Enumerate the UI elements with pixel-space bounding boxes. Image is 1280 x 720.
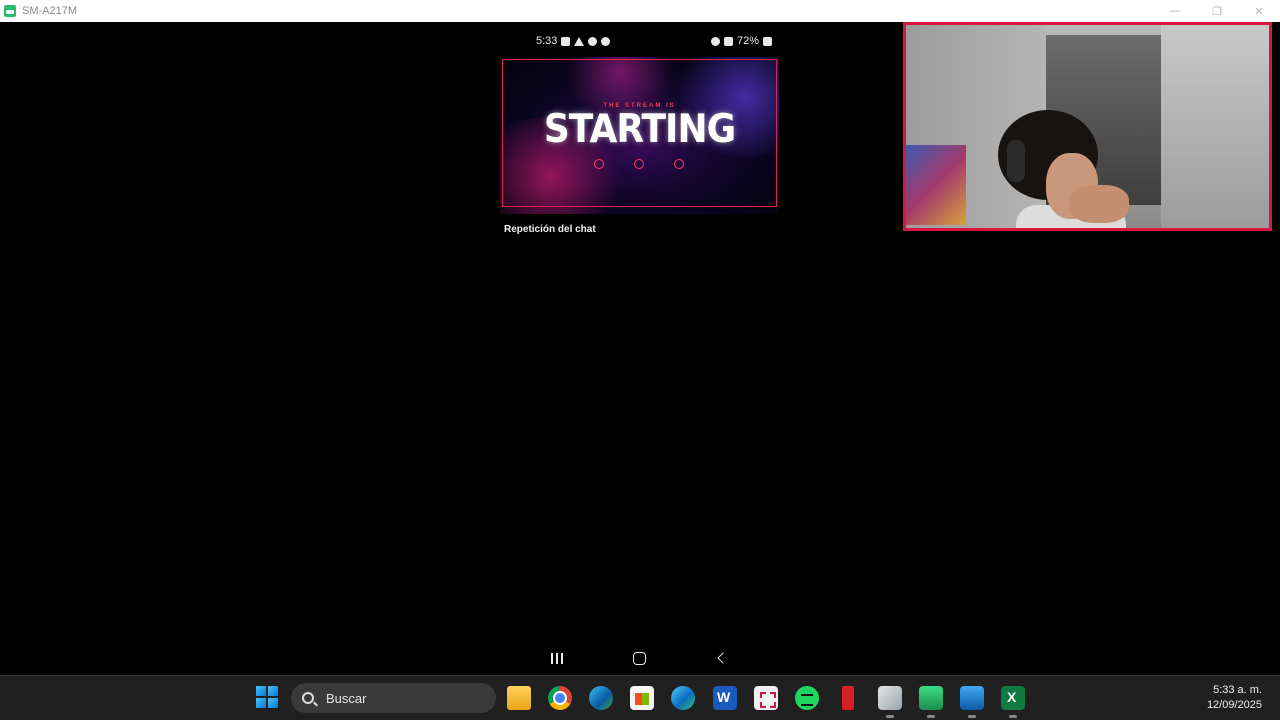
home-button[interactable] [627,646,651,670]
recents-button[interactable] [545,646,569,670]
close-button[interactable]: ✕ [1238,0,1280,22]
status-right: 72% [710,35,772,47]
status-left: 5:33 [536,35,611,47]
start-button[interactable] [256,686,278,708]
edge-profile-icon[interactable] [671,686,695,710]
app-notification-icon [601,36,611,46]
webcam-background [906,145,966,225]
spotify-icon[interactable] [795,686,819,710]
android-mirror-taskbar-icon[interactable] [919,686,943,718]
search-icon [302,692,314,704]
android-mirror-icon [4,5,16,17]
social-icon [594,159,604,169]
battery-percent: 72% [736,35,759,47]
window-controls: — ❐ ✕ [1154,0,1280,22]
minimize-button[interactable]: — [1154,0,1196,22]
taskbar-search[interactable]: Buscar [291,683,496,713]
maximize-button[interactable]: ❐ [1196,0,1238,22]
clock-time: 5:33 a. m. [1213,684,1262,696]
battery-icon [763,36,772,46]
stream-video-player[interactable]: THE STREAM IS STARTING [500,57,779,214]
window-title: SM-A217M [22,5,78,17]
file-explorer-icon[interactable] [507,686,531,710]
video-headline: STARTING [543,107,736,152]
phone-nav-bar [0,646,1280,670]
wifi-icon [710,36,720,46]
windows-taskbar: Buscar 5:33 a. m. 12/09/2025 [0,675,1280,720]
window-titlebar[interactable]: SM-A217M — ❐ ✕ [0,0,1280,22]
back-button[interactable] [709,646,733,670]
sync-off-icon [588,36,598,46]
signal-icon [723,36,733,46]
photos-icon[interactable] [960,686,984,718]
webcam-person [1069,185,1129,223]
app-icon[interactable] [878,686,902,718]
word-icon[interactable] [713,686,737,710]
chrome-icon[interactable] [548,686,572,710]
webcam-overlay [903,22,1272,231]
netflix-icon[interactable] [842,686,854,710]
social-icon [674,159,684,169]
search-placeholder: Buscar [326,690,367,706]
chat-replay-label[interactable]: Repetición del chat [504,224,596,235]
status-time: 5:33 [536,35,558,47]
taskbar-clock[interactable]: 5:33 a. m. 12/09/2025 [1207,683,1262,713]
snipping-tool-icon[interactable] [754,686,778,710]
edge-icon[interactable] [589,686,613,710]
excel-icon[interactable] [1001,686,1025,718]
social-icon [634,159,644,169]
microsoft-store-icon[interactable] [630,686,654,710]
clock-date: 12/09/2025 [1206,699,1262,711]
headphones [1007,140,1025,182]
webcam-background [1161,25,1269,228]
phone-status-bar: 5:33 72% [536,34,772,48]
video-social-icons [594,159,684,169]
warning-icon [574,36,585,46]
notification-icon [561,36,571,46]
